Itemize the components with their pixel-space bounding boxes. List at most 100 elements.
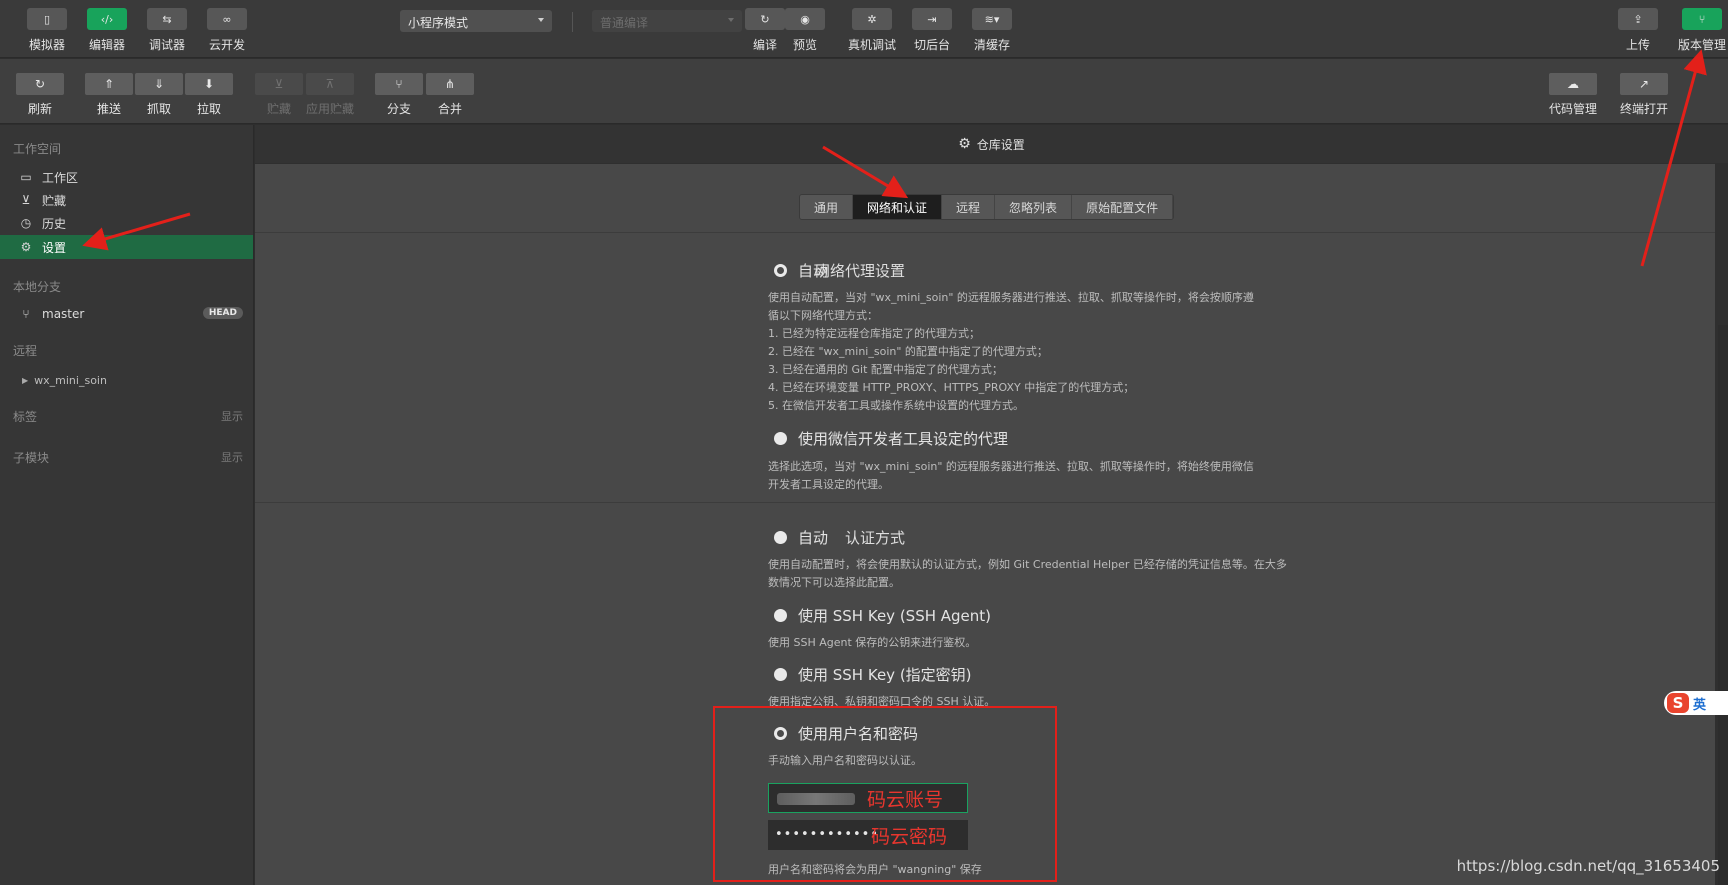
proxy-auto-description: 使用自动配置，当对 "wx_mini_soin" 的远程服务器进行推送、拉取、抓…	[768, 289, 1328, 415]
auth-ssh-agent-radio[interactable]: 使用 SSH Key (SSH Agent)	[774, 605, 991, 626]
desc-line: 5. 在微信开发者工具或操作系统中设置的代理方式。	[768, 399, 1024, 412]
branch-icon: ⑂	[22, 307, 30, 321]
code-manage-button[interactable]: ☁ 代码管理	[1549, 73, 1597, 117]
cloud-dev-button[interactable]: ∞ 云开发	[207, 8, 247, 53]
auth-auto-label: 自动	[798, 529, 829, 547]
fetch-button[interactable]: ⇓ 抓取	[135, 73, 183, 117]
remote-item[interactable]: ▶ wx_mini_soin	[0, 368, 253, 392]
git-sidebar: 工作空间 ▭ 工作区 ⊻ 贮藏 ◷ 历史 ⚙ 设置 本地分支 ⑂ master …	[0, 125, 254, 885]
radio-unchecked-icon	[774, 609, 787, 622]
push-button[interactable]: ⇑ 推送	[85, 73, 133, 117]
real-device-debug-label: 真机调试	[848, 38, 897, 52]
sidebar-item-settings[interactable]: ⚙ 设置	[0, 235, 253, 259]
caret-right-icon: ▶	[22, 375, 29, 385]
proxy-auto-radio[interactable]: 自动	[774, 260, 828, 281]
version-manage-button[interactable]: ⑂ 版本管理	[1678, 8, 1726, 53]
upload-icon: ⇪	[1618, 8, 1658, 30]
merge-button[interactable]: ⋔ 合并	[426, 73, 474, 117]
code-manage-label: 代码管理	[1549, 102, 1598, 116]
cloud-link-icon: ∞	[207, 8, 247, 30]
tab-remote[interactable]: 远程	[942, 195, 996, 219]
apply-stash-icon: ⊼	[306, 73, 354, 95]
upload-button[interactable]: ⇪ 上传	[1618, 8, 1658, 53]
clear-cache-button[interactable]: ≋▾ 清缓存	[972, 8, 1012, 53]
compile-label: 编译	[752, 38, 777, 52]
tags-heading: 标签	[13, 410, 38, 424]
folder-icon: ▭	[20, 170, 32, 184]
desc-line: 2. 已经在 "wx_mini_soin" 的配置中指定了的代理方式；	[768, 345, 1048, 358]
sidebar-item-label: 工作区	[42, 170, 79, 185]
submodule-show-link[interactable]: 显示	[221, 449, 243, 465]
desc-line: 使用自动配置，当对 "wx_mini_soin" 的远程服务器进行推送、拉取、抓…	[768, 291, 1254, 304]
branch-icon: ⑂	[375, 73, 423, 95]
proxy-auto-label: 自动	[798, 262, 829, 280]
tab-general[interactable]: 通用	[800, 195, 854, 219]
sidebar-item-label: 设置	[42, 240, 67, 255]
desc-line: 4. 已经在环境变量 HTTP_PROXY、HTTPS_PROXY 中指定了的代…	[768, 381, 1135, 394]
apply-stash-label: 应用贮藏	[306, 102, 355, 116]
desc-line: 1. 已经为特定远程仓库指定了的代理方式；	[768, 327, 980, 340]
head-badge: HEAD	[202, 307, 243, 319]
branch-item-master[interactable]: ⑂ master HEAD	[0, 302, 253, 326]
remote-name: wx_mini_soin	[34, 373, 107, 387]
stash-icon: ⊻	[21, 193, 31, 207]
stash-button[interactable]: ⊻ 贮藏	[255, 73, 303, 117]
sidebar-item-history[interactable]: ◷ 历史	[0, 211, 253, 235]
compile-select-value: 普通编译	[600, 16, 649, 30]
refresh-button[interactable]: ↻ 刷新	[16, 73, 64, 117]
sidebar-item-stash[interactable]: ⊻ 贮藏	[0, 188, 253, 212]
refresh-icon: ↻	[745, 8, 785, 30]
tab-network-auth[interactable]: 网络和认证	[853, 195, 943, 219]
mode-select[interactable]: 小程序模式	[400, 10, 552, 32]
editor-button[interactable]: ‹/› 编辑器	[87, 8, 127, 53]
desc-line: 选择此选项，当对 "wx_mini_soin" 的远程服务器进行推送、拉取、抓取…	[768, 460, 1254, 473]
settings-header: ⚙ 仓库设置	[255, 125, 1728, 163]
chevron-down-icon	[728, 18, 734, 22]
auth-auto-radio[interactable]: 自动	[774, 527, 828, 548]
branch-button[interactable]: ⑂ 分支	[375, 73, 423, 117]
account-annotation: 码云账号	[867, 789, 944, 811]
debugger-button[interactable]: ⇆ 调试器	[147, 8, 187, 53]
radio-unchecked-icon	[774, 668, 787, 681]
git-toolbar: ↻ 刷新 ⇑ 推送 ⇓ 抓取 ⬇ 拉取 ⊻ 贮藏 ⊼ 应用贮藏 ⑂ 分支 ⋔ 合…	[0, 59, 1728, 124]
sidebar-item-workspace[interactable]: ▭ 工作区	[0, 165, 253, 189]
eye-icon: ◉	[785, 8, 825, 30]
local-branch-heading: 本地分支	[13, 280, 62, 294]
watermark: https://blog.csdn.net/qq_31653405	[1456, 857, 1720, 875]
simulator-label: 模拟器	[28, 38, 65, 52]
desc-line: 使用自动配置时，将会使用默认的认证方式，例如 Git Credential He…	[768, 558, 1287, 571]
push-icon: ⇑	[85, 73, 133, 95]
real-device-debug-button[interactable]: ✲ 真机调试	[848, 8, 896, 53]
scrollbar[interactable]	[1718, 325, 1728, 885]
simulator-button[interactable]: ▯ 模拟器	[27, 8, 67, 53]
terminal-open-button[interactable]: ↗ 终端打开	[1620, 73, 1668, 117]
code-icon: ‹/›	[87, 8, 127, 30]
compile-button[interactable]: ↻ 编译	[745, 8, 785, 53]
preview-button[interactable]: ◉ 预览	[785, 8, 825, 53]
background-label: 切后台	[913, 38, 950, 52]
proxy-wechat-radio[interactable]: 使用微信开发者工具设定的代理	[774, 428, 1008, 449]
tags-show-link[interactable]: 显示	[221, 408, 243, 424]
bug-icon: ✲	[852, 8, 892, 30]
radio-unchecked-icon	[774, 531, 787, 544]
phone-icon: ▯	[27, 8, 67, 30]
radio-checked-icon	[774, 264, 787, 277]
main-toolbar: ▯ 模拟器 ‹/› 编辑器 ⇆ 调试器 ∞ 云开发 小程序模式 普通编译 ↻ 编…	[0, 0, 1728, 58]
debugger-label: 调试器	[148, 38, 185, 52]
branch-label: 分支	[386, 102, 411, 116]
apply-stash-button[interactable]: ⊼ 应用贮藏	[306, 73, 354, 117]
pull-button[interactable]: ⬇ 拉取	[185, 73, 233, 117]
clear-cache-label: 清缓存	[973, 38, 1010, 52]
pull-icon: ⬇	[185, 73, 233, 95]
ime-indicator[interactable]: S 英	[1664, 691, 1728, 715]
desc-line: 开发者工具设定的代理。	[768, 478, 889, 491]
compile-select[interactable]: 普通编译	[592, 10, 742, 32]
external-link-icon: ↗	[1620, 73, 1668, 95]
background-button[interactable]: ⇥ 切后台	[912, 8, 952, 53]
tab-raw-config[interactable]: 原始配置文件	[1072, 195, 1174, 219]
proxy-wechat-label: 使用微信开发者工具设定的代理	[798, 430, 1009, 448]
merge-label: 合并	[437, 102, 462, 116]
proxy-section-label: 网络代理设置	[814, 262, 905, 280]
auth-ssh-key-radio[interactable]: 使用 SSH Key (指定密钥)	[774, 664, 972, 685]
tab-ignore-list[interactable]: 忽略列表	[995, 195, 1073, 219]
